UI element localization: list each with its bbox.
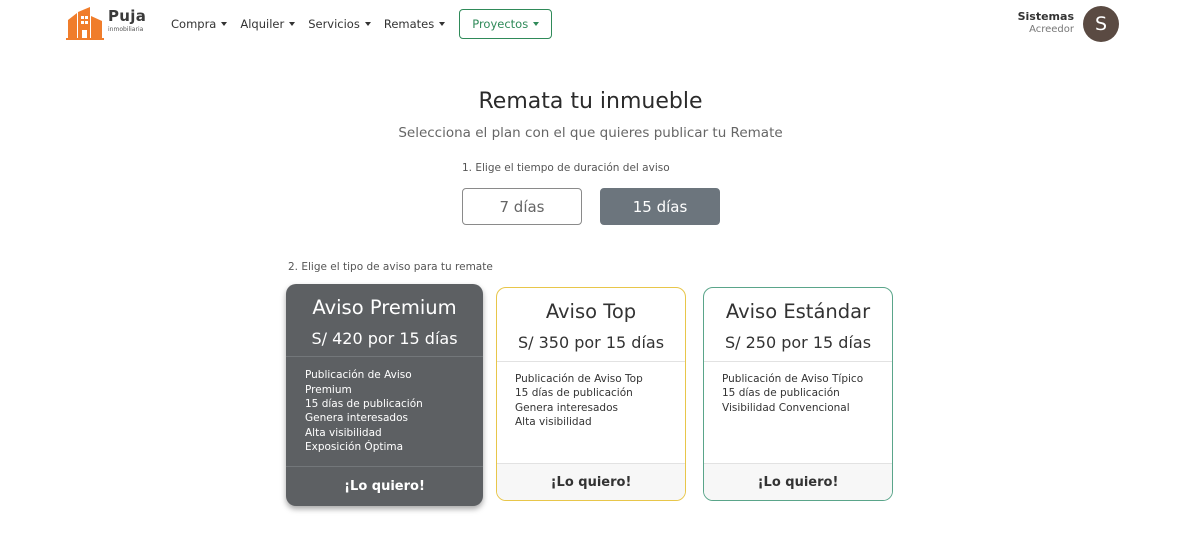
nav-remates[interactable]: Remates: [383, 17, 446, 31]
plan-title: Aviso Estándar: [725, 300, 871, 323]
avatar[interactable]: S: [1083, 6, 1119, 42]
caret-down-icon: [533, 22, 540, 26]
plan-card-header: Aviso Premium S/ 420 por 15 días: [286, 284, 483, 358]
plan-feature: Publicación de Aviso Top: [515, 373, 643, 385]
duration-7-days-button[interactable]: 7 días: [462, 188, 582, 225]
plan-premium-cta-button[interactable]: ¡Lo quiero!: [286, 465, 483, 506]
plan-feature: Alta visibilidad: [515, 416, 592, 429]
nav-remates-label: Remates: [383, 17, 435, 31]
main-nav: Compra Alquiler Servicios Remates Proyec…: [171, 9, 553, 39]
nav-proyectos-button[interactable]: Proyectos: [459, 9, 553, 39]
plan-card-header: Aviso Estándar S/ 250 por 15 días: [704, 288, 892, 362]
user-name: Sistemas: [1017, 10, 1074, 23]
plan-feature: Visibilidad Convencional: [722, 401, 850, 414]
plan-features: Publicación de Aviso Premium 15 días de …: [286, 357, 483, 466]
caret-down-icon: [221, 22, 228, 26]
brand-name: Puja: [108, 7, 147, 25]
plan-price: S/ 420 por 15 días: [311, 329, 458, 348]
user-info[interactable]: Sistemas Acreedor: [1017, 10, 1074, 35]
plan-top-cta-button[interactable]: ¡Lo quiero!: [497, 463, 685, 500]
plan-feature: Alta visibilidad: [305, 426, 382, 439]
plan-estandar-cta-button[interactable]: ¡Lo quiero!: [704, 463, 892, 500]
nav-servicios-label: Servicios: [308, 17, 360, 31]
plan-title: Aviso Premium: [312, 296, 457, 319]
plan-feature: 15 días de publicación: [305, 398, 423, 410]
plan-feature: 15 días de publicación: [515, 387, 633, 400]
plan-feature: Publicación de Aviso: [305, 369, 412, 382]
page-subtitle: Selecciona el plan con el que quieres pu…: [398, 125, 783, 141]
plan-feature: Publicación de Aviso Típico: [722, 373, 864, 385]
plan-feature: Genera interesados: [305, 412, 408, 425]
nav-servicios[interactable]: Servicios: [308, 17, 371, 31]
caret-down-icon: [364, 22, 371, 26]
plan-card-premium[interactable]: Aviso Premium S/ 420 por 15 días Publica…: [286, 284, 483, 506]
brand-tagline: inmobiliaria: [108, 26, 144, 33]
plan-feature: Exposición Óptima: [305, 441, 404, 454]
plan-feature: Premium: [305, 383, 352, 396]
plan-features: Publicación de Aviso Típico 15 días de p…: [704, 362, 892, 463]
nav-alquiler-label: Alquiler: [240, 17, 285, 31]
nav-compra-label: Compra: [171, 17, 217, 31]
plan-price: S/ 350 por 15 días: [517, 333, 665, 352]
brand-logo[interactable]: Puja inmobiliaria: [66, 6, 156, 42]
user-role: Acreedor: [1029, 23, 1074, 35]
house-logo-icon: [66, 7, 104, 40]
plan-step-label: 2. Elige el tipo de aviso para tu remate: [288, 261, 493, 273]
plan-card-header: Aviso Top S/ 350 por 15 días: [497, 288, 685, 362]
caret-down-icon: [289, 22, 296, 26]
nav-compra[interactable]: Compra: [171, 17, 228, 31]
plan-price: S/ 250 por 15 días: [724, 333, 872, 352]
plan-title: Aviso Top: [545, 300, 637, 323]
duration-step-label: 1. Elige el tiempo de duración del aviso: [462, 162, 670, 174]
nav-alquiler[interactable]: Alquiler: [240, 17, 296, 31]
nav-proyectos-label: Proyectos: [472, 17, 529, 31]
navbar: Puja inmobiliaria Compra Alquiler Servic…: [0, 0, 1177, 46]
caret-down-icon: [439, 22, 446, 26]
plan-card-estandar[interactable]: Aviso Estándar S/ 250 por 15 días Public…: [703, 287, 893, 501]
duration-15-days-button[interactable]: 15 días: [600, 188, 720, 225]
page-title: Remata tu inmueble: [478, 89, 703, 114]
plan-features: Publicación de Aviso Top 15 días de publ…: [497, 362, 685, 463]
plan-feature: Genera interesados: [515, 401, 618, 414]
plan-card-top[interactable]: Aviso Top S/ 350 por 15 días Publicación…: [496, 287, 686, 501]
plan-feature: 15 días de publicación: [722, 387, 840, 400]
